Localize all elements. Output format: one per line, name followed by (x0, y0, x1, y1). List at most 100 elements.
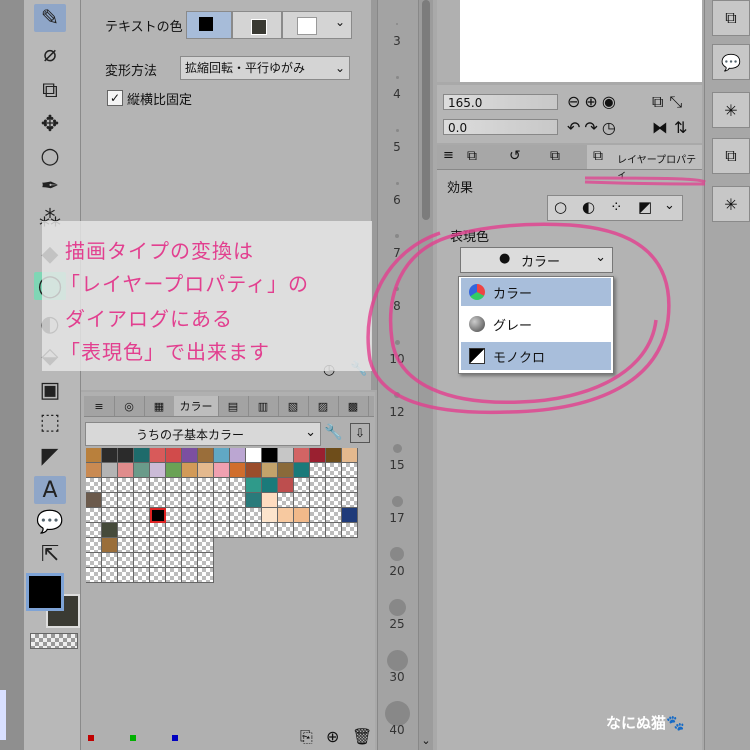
color-swatch[interactable] (86, 493, 102, 508)
scroll-thumb[interactable] (422, 0, 430, 220)
color-swatch[interactable] (182, 568, 198, 583)
add-color-icon[interactable]: ⊕ (326, 727, 339, 746)
dock-effect-icon[interactable]: ✳ (712, 92, 750, 128)
tab-intermediate[interactable]: ▤ (218, 396, 249, 416)
color-swatch[interactable] (230, 478, 246, 493)
wrench-icon[interactable]: 🔧 (324, 423, 343, 441)
color-swatch[interactable] (182, 448, 198, 463)
color-swatch[interactable] (166, 478, 182, 493)
color-swatch[interactable] (278, 508, 294, 523)
color-swatch[interactable] (326, 478, 342, 493)
color-swatch[interactable] (342, 448, 358, 463)
tab-color-slider[interactable]: ▦ (144, 396, 175, 416)
chevron-down-icon[interactable]: ⌄ (664, 198, 675, 213)
ruler-tool-icon[interactable]: ◤ (34, 442, 66, 470)
layer-select-tool-icon[interactable]: ⧉ (34, 76, 66, 104)
color-swatch[interactable] (294, 523, 310, 538)
brush-size-label[interactable]: 25 (377, 617, 417, 631)
color-swatch[interactable] (198, 538, 214, 553)
tab-layer-icon[interactable]: ⧉ (467, 148, 477, 164)
color-swatch[interactable] (102, 493, 118, 508)
color-swatch[interactable] (214, 448, 230, 463)
color-swatch[interactable] (134, 553, 150, 568)
brush-size-label[interactable]: 6 (377, 193, 417, 207)
brush-size-label[interactable]: 5 (377, 140, 417, 154)
option-color[interactable]: カラー (461, 278, 611, 306)
layer-color-icon[interactable]: ◩ (638, 198, 652, 216)
color-swatch[interactable] (166, 508, 182, 523)
color-swatch[interactable] (102, 508, 118, 523)
pen-tool-icon[interactable]: ✎ (34, 4, 66, 32)
color-swatch[interactable] (118, 553, 134, 568)
brush-size-dot[interactable] (394, 339, 400, 345)
chevron-down-icon[interactable]: ⌄ (419, 734, 433, 747)
main-color-swatch[interactable] (26, 573, 64, 611)
rotate-buttons[interactable]: ↶↷◷ (567, 118, 620, 137)
option-gray[interactable]: グレー (461, 310, 611, 338)
brush-size-dot[interactable] (395, 234, 399, 238)
color-swatch[interactable] (182, 478, 198, 493)
color-swatch[interactable] (214, 508, 230, 523)
color-swatch[interactable] (150, 523, 166, 538)
color-swatch[interactable] (102, 523, 118, 538)
color-swatch[interactable] (310, 493, 326, 508)
color-swatch[interactable] (182, 508, 198, 523)
color-swatch[interactable] (262, 463, 278, 478)
transform-select[interactable]: 拡縮回転・平行ゆがみ ⌄ (180, 56, 350, 80)
color-swatch[interactable] (166, 493, 182, 508)
color-swatch[interactable] (326, 463, 342, 478)
delete-color-icon[interactable]: 🗑 (352, 727, 372, 746)
color-swatch[interactable] (150, 478, 166, 493)
color-swatch[interactable] (262, 448, 278, 463)
color-swatch[interactable] (134, 448, 150, 463)
color-swatch[interactable] (198, 523, 214, 538)
brush-size-dot[interactable] (395, 287, 399, 291)
color-swatch[interactable] (230, 448, 246, 463)
color-swatch[interactable] (262, 508, 278, 523)
fit-buttons[interactable]: ⧉⤡ (652, 92, 688, 112)
color-swatch[interactable] (86, 508, 102, 523)
color-swatch[interactable] (134, 508, 150, 523)
color-swatch[interactable] (294, 508, 310, 523)
color-swatch[interactable] (246, 463, 262, 478)
tab-film[interactable]: ▩ (338, 396, 369, 416)
color-swatch[interactable] (294, 448, 310, 463)
border-effect-icon[interactable]: ○ (554, 198, 567, 216)
brush-size-dot[interactable] (388, 598, 406, 616)
brush-size-dot[interactable] (394, 392, 400, 398)
color-swatch[interactable] (294, 463, 310, 478)
color-swatch[interactable] (182, 553, 198, 568)
color-swatch[interactable] (166, 448, 182, 463)
frame-tool-icon[interactable]: ⬚ (34, 408, 66, 436)
color-swatch[interactable] (150, 553, 166, 568)
color-swatch[interactable] (118, 478, 134, 493)
tab-layer-property[interactable]: ⧉ レイヤープロパティ (587, 145, 702, 181)
transparent-color-swatch[interactable] (30, 633, 78, 649)
color-swatch[interactable] (182, 493, 198, 508)
brush-size-dot[interactable] (395, 128, 399, 132)
brush-size-dot[interactable] (390, 547, 404, 561)
color-swatch[interactable] (102, 463, 118, 478)
color-swatch[interactable] (278, 463, 294, 478)
brush-size-label[interactable]: 20 (377, 564, 417, 578)
color-swatch[interactable] (278, 493, 294, 508)
brush-size-label[interactable]: 15 (377, 458, 417, 472)
color-swatch[interactable] (342, 523, 358, 538)
color-swatch[interactable] (230, 463, 246, 478)
color-swatch[interactable] (134, 568, 150, 583)
flip-buttons[interactable]: ⧓⇅ (652, 118, 693, 137)
brush-size-dot[interactable] (396, 23, 398, 25)
color-swatch[interactable] (262, 478, 278, 493)
color-swatch[interactable] (246, 448, 262, 463)
effect-buttons[interactable]: ○ ◐ ⁘ ◩ ⌄ (547, 195, 683, 221)
color-swatch[interactable] (166, 523, 182, 538)
color-swatch[interactable] (166, 463, 182, 478)
color-swatch[interactable] (246, 493, 262, 508)
color-swatch[interactable] (294, 493, 310, 508)
screen-tone-icon[interactable]: ⁘ (610, 198, 623, 216)
color-swatch[interactable] (134, 523, 150, 538)
color-swatch[interactable] (118, 463, 134, 478)
color-swatch[interactable] (150, 463, 166, 478)
color-swatch[interactable] (102, 553, 118, 568)
color-swatch[interactable] (86, 553, 102, 568)
